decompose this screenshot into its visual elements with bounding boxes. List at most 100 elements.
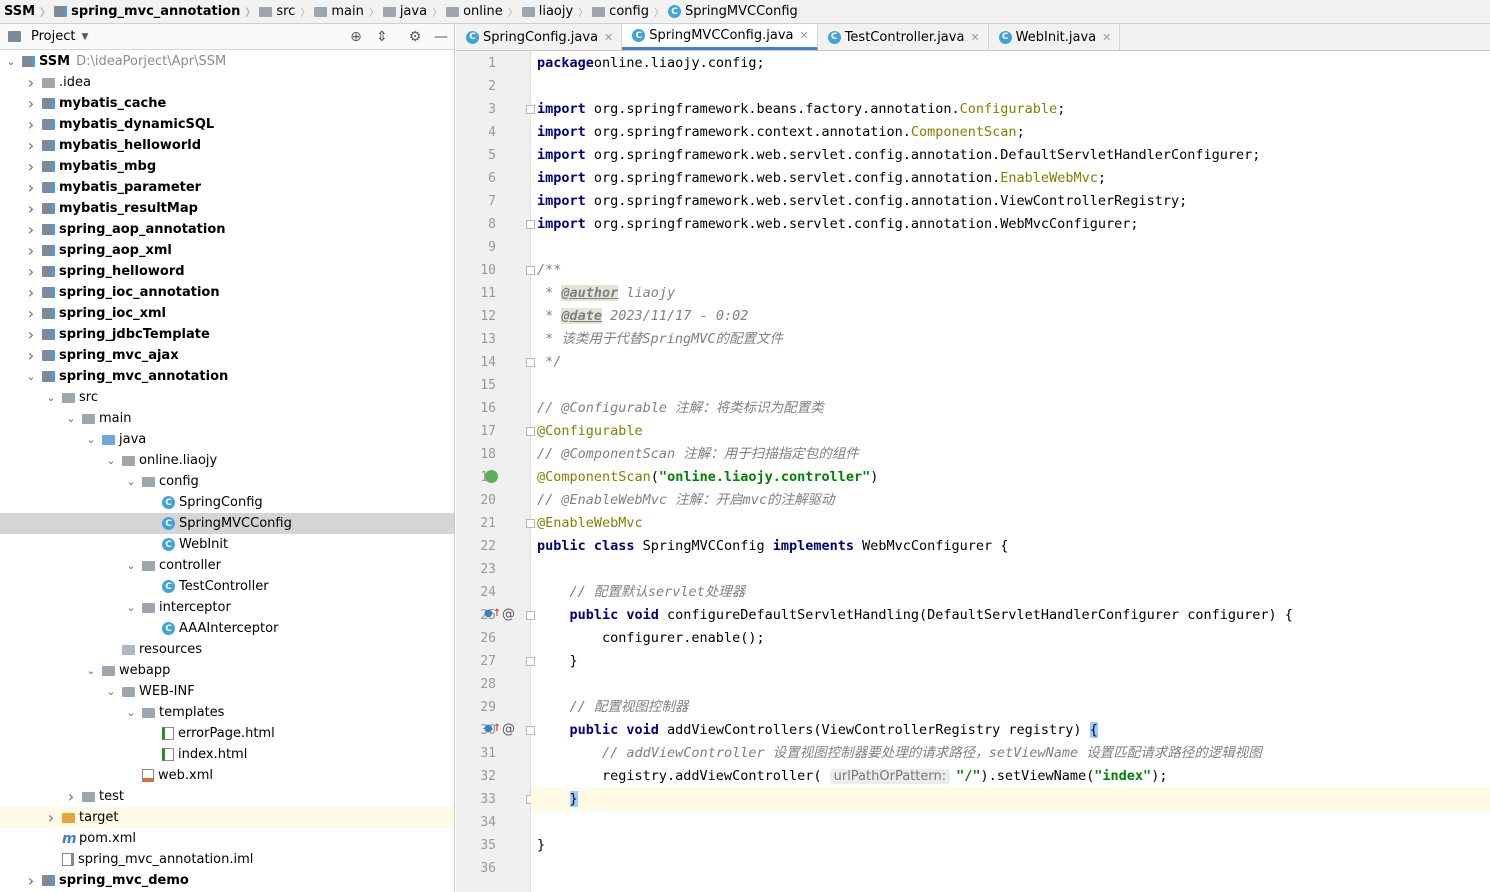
chevron-right-icon[interactable]: › [24,326,38,342]
tree-item[interactable]: › mybatis_resultMap [0,198,454,219]
breadcrumb-item[interactable]: SSM 〉 [0,0,50,23]
chevron-right-icon[interactable]: › [24,872,38,888]
tree-item[interactable]: › spring_mvc_ajax [0,345,454,366]
bean-icon[interactable] [485,470,498,483]
chevron-down-icon[interactable]: ⌄ [84,433,98,447]
tree-item[interactable]: ⌄ spring_mvc_annotation [0,366,454,387]
close-icon[interactable]: ✕ [604,31,613,44]
locate-target-icon[interactable]: ⊕ [348,29,364,45]
project-view-selector[interactable]: Project [31,29,75,44]
hide-panel-icon[interactable]: — [433,29,449,45]
tree-item[interactable]: C SpringMVCConfig [0,513,454,534]
editor-tab[interactable]: C TestController.java ✕ [818,24,989,50]
chevron-right-icon[interactable]: › [24,200,38,216]
chevron-down-icon[interactable]: ⌄ [124,475,138,489]
tree-item[interactable]: ⌄ java [0,429,454,450]
tree-item[interactable]: ⌄ src [0,387,454,408]
chevron-down-icon[interactable]: ⌄ [84,664,98,678]
chevron-down-icon[interactable]: ⌄ [44,391,58,405]
chevron-right-icon: 〉 [507,8,518,19]
tree-item[interactable]: resources [0,639,454,660]
code-token: org.springframework.context.annotation. [585,124,911,140]
tree-item[interactable]: ⌄ main [0,408,454,429]
tree-item[interactable]: › .idea [0,72,454,93]
tree-item[interactable]: › test [0,786,454,807]
tree-item[interactable]: ⌄ templates [0,702,454,723]
chevron-right-icon[interactable]: › [44,809,58,825]
override-icon[interactable]: ●↑ [484,722,501,736]
chevron-right-icon[interactable]: › [24,284,38,300]
chevron-right-icon[interactable]: › [24,263,38,279]
tree-item[interactable]: C WebInit [0,534,454,555]
tree-item[interactable]: C TestController [0,576,454,597]
tree-item[interactable]: errorPage.html [0,723,454,744]
tree-item[interactable]: › mybatis_mbg [0,156,454,177]
tree-item[interactable]: › target [0,807,454,828]
tree-item[interactable]: › spring_mvc_demo [0,870,454,891]
chevron-right-icon[interactable]: › [24,158,38,174]
chevron-down-icon[interactable]: ⌄ [104,685,118,699]
tree-item[interactable]: ⌄ webapp [0,660,454,681]
gear-icon[interactable]: ⚙ [407,29,423,45]
tree-item[interactable]: › spring_ioc_annotation [0,282,454,303]
chevron-right-icon[interactable]: › [24,116,38,132]
breadcrumb-item[interactable]: config 〉 [588,0,664,23]
chevron-down-icon[interactable]: ⌄ [4,55,18,69]
breadcrumb-item[interactable]: src 〉 [255,0,310,23]
chevron-down-icon[interactable]: ⌄ [64,412,78,426]
breadcrumb-item[interactable]: C SpringMVCConfig [664,0,798,23]
tree-item[interactable]: › mybatis_dynamicSQL [0,114,454,135]
chevron-down-icon[interactable]: ⌄ [104,454,118,468]
tree-item[interactable]: C SpringConfig [0,492,454,513]
chevron-right-icon[interactable]: › [24,179,38,195]
editor-tab[interactable]: C SpringConfig.java ✕ [456,24,623,50]
tree-item[interactable]: › mybatis_helloworld [0,135,454,156]
breadcrumb-item[interactable]: main 〉 [310,0,379,23]
tree-item[interactable]: ⌄ config [0,471,454,492]
chevron-right-icon[interactable]: › [64,788,78,804]
at-annotation-icon[interactable]: @ [502,608,515,622]
chevron-right-icon[interactable]: › [24,305,38,321]
tree-item[interactable]: m pom.xml [0,828,454,849]
chevron-down-icon[interactable]: ⌄ [124,706,138,720]
editor-tab[interactable]: C SpringMVCConfig.java ✕ [622,24,818,50]
tree-item[interactable]: › spring_aop_annotation [0,219,454,240]
breadcrumb-item[interactable]: online 〉 [442,0,518,23]
tree-item[interactable]: spring_mvc_annotation.iml [0,849,454,870]
tree-item[interactable]: ⌄ interceptor [0,597,454,618]
chevron-right-icon[interactable]: › [24,137,38,153]
tree-item[interactable]: ⌄ online.liaojy [0,450,454,471]
editor-tab[interactable]: C WebInit.java ✕ [989,24,1121,50]
tree-item[interactable]: › mybatis_parameter [0,177,454,198]
tree-item[interactable]: web.xml [0,765,454,786]
override-icon[interactable]: ●↑ [484,607,501,621]
at-annotation-icon[interactable]: @ [502,723,515,737]
code-editor[interactable]: packageonline.liaojy.config; import org.s… [531,51,1490,892]
tree-item[interactable]: ⌄ SSM D:\ideaPorject\Apr\SSM [0,51,454,72]
breadcrumb-item[interactable]: liaojy 〉 [518,0,588,23]
chevron-right-icon[interactable]: › [24,242,38,258]
chevron-right-icon[interactable]: › [24,221,38,237]
collapse-all-icon[interactable]: ⇕ [374,29,390,45]
breadcrumb-item[interactable]: spring_mvc_annotation 〉 [50,0,255,23]
tree-item[interactable]: ⌄ WEB-INF [0,681,454,702]
chevron-right-icon[interactable]: › [24,95,38,111]
tree-item[interactable]: › spring_jdbcTemplate [0,324,454,345]
close-icon[interactable]: ✕ [970,31,979,44]
chevron-down-icon[interactable]: ▼ [81,32,88,42]
tree-item[interactable]: › spring_ioc_xml [0,303,454,324]
chevron-right-icon[interactable]: › [24,74,38,90]
tree-item[interactable]: C AAAInterceptor [0,618,454,639]
close-icon[interactable]: ✕ [1102,31,1111,44]
tree-item[interactable]: › mybatis_cache [0,93,454,114]
tree-item[interactable]: index.html [0,744,454,765]
chevron-down-icon[interactable]: ⌄ [124,559,138,573]
close-icon[interactable]: ✕ [799,29,808,42]
tree-item[interactable]: ⌄ controller [0,555,454,576]
chevron-down-icon[interactable]: ⌄ [124,601,138,615]
chevron-right-icon[interactable]: › [24,347,38,363]
breadcrumb-item[interactable]: java 〉 [379,0,442,23]
tree-item[interactable]: › spring_aop_xml [0,240,454,261]
chevron-down-icon[interactable]: ⌄ [24,370,38,384]
tree-item[interactable]: › spring_helloword [0,261,454,282]
